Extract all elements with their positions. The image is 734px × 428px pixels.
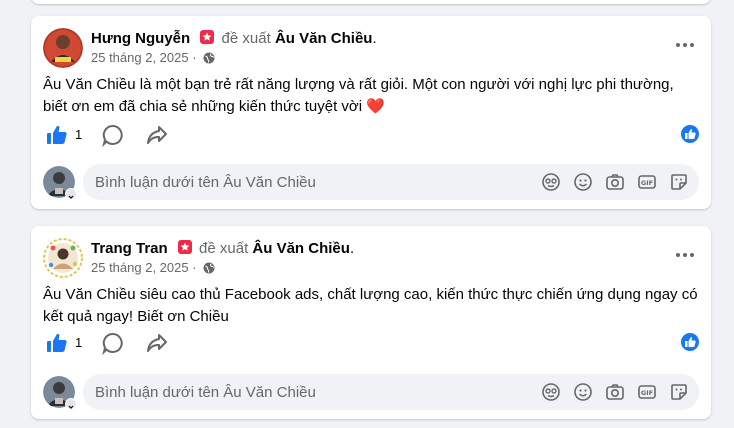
post-date[interactable]: 25 tháng 2, 2025 ·	[91, 260, 197, 275]
more-options-icon[interactable]	[673, 36, 697, 47]
author-avatar[interactable]	[43, 238, 83, 278]
comment-tools: GIF	[541, 382, 691, 402]
comment-tools: GIF	[541, 172, 691, 192]
svg-text:GIF: GIF	[641, 389, 653, 397]
comment-composer: Bình luận dưới tên Âu Văn Chiều GIF	[43, 374, 699, 410]
gif-icon[interactable]: GIF	[637, 382, 657, 402]
emoji-icon[interactable]	[573, 172, 593, 192]
like-icon[interactable]	[45, 331, 69, 355]
header-period: .	[349, 240, 355, 257]
post-date-line: 25 tháng 2, 2025 ·	[91, 260, 215, 278]
like-icon[interactable]	[45, 123, 69, 147]
like-count[interactable]: 1	[75, 335, 82, 350]
sticker-face-icon[interactable]	[541, 172, 561, 192]
post-header: Trang Tran đề xuất Âu Văn Chiều.	[91, 239, 354, 259]
recommended-page[interactable]: Âu Văn Chiều	[275, 30, 373, 47]
author-avatar[interactable]	[43, 28, 83, 68]
post-date[interactable]: 25 tháng 2, 2025 ·	[91, 50, 197, 65]
recommend-action: đề xuất	[221, 30, 271, 47]
like-count[interactable]: 1	[75, 127, 82, 142]
post-text-block: Âu Văn Chiều là một bạn trẻ rất năng lượ…	[43, 74, 699, 118]
comment-input[interactable]: Bình luận dưới tên Âu Văn Chiều GIF	[83, 164, 699, 200]
more-options-icon[interactable]	[673, 246, 697, 257]
share-icon[interactable]	[145, 331, 169, 355]
sticker-icon[interactable]	[669, 172, 689, 192]
recommend-badge-icon	[199, 29, 215, 45]
emoji-icon[interactable]	[573, 382, 593, 402]
post-date-line: 25 tháng 2, 2025 ·	[91, 50, 215, 68]
header-period: .	[372, 30, 377, 47]
chevron-down-icon[interactable]	[65, 398, 77, 410]
post-text: Âu Văn Chiều là một bạn trẻ rất năng lượ…	[43, 76, 674, 115]
post-actions: 1	[43, 121, 699, 149]
recommend-action: đề xuất	[199, 240, 249, 257]
author-name[interactable]: Hưng Nguyễn	[91, 30, 190, 47]
comment-composer: Bình luận dưới tên Âu Văn Chiều GIF	[43, 164, 699, 200]
post-actions: 1	[43, 329, 699, 357]
recommendation-post: Trang Tran đề xuất Âu Văn Chiều. 25 thán…	[31, 226, 711, 419]
sticker-icon[interactable]	[669, 382, 689, 402]
recommended-page[interactable]: Âu Văn Chiều	[252, 240, 350, 257]
post-text: Âu Văn Chiều siêu cao thủ Facebook ads, …	[43, 286, 698, 325]
like-reaction-icon[interactable]	[681, 125, 699, 143]
post-text-block: Âu Văn Chiều siêu cao thủ Facebook ads, …	[43, 284, 699, 328]
svg-text:GIF: GIF	[641, 179, 653, 187]
chevron-down-icon[interactable]	[65, 188, 77, 200]
share-icon[interactable]	[145, 123, 169, 147]
sticker-face-icon[interactable]	[541, 382, 561, 402]
comment-input[interactable]: Bình luận dưới tên Âu Văn Chiều GIF	[83, 374, 699, 410]
post-header: Hưng Nguyễn đề xuất Âu Văn Chiều.	[91, 29, 377, 49]
globe-icon	[203, 262, 215, 278]
gif-icon[interactable]: GIF	[637, 172, 657, 192]
comment-icon[interactable]	[101, 331, 125, 356]
recommend-badge-icon	[177, 239, 193, 255]
comment-placeholder: Bình luận dưới tên Âu Văn Chiều	[95, 384, 316, 401]
comment-placeholder: Bình luận dưới tên Âu Văn Chiều	[95, 174, 316, 191]
heart-emoji: ❤️	[366, 98, 385, 115]
camera-icon[interactable]	[605, 382, 625, 402]
previous-card-edge	[31, 0, 711, 4]
camera-icon[interactable]	[605, 172, 625, 192]
comment-icon[interactable]	[101, 123, 125, 148]
recommendation-post: Hưng Nguyễn đề xuất Âu Văn Chiều. 25 thá…	[31, 16, 711, 209]
author-name[interactable]: Trang Tran	[91, 240, 168, 257]
like-reaction-icon[interactable]	[681, 333, 699, 351]
globe-icon	[203, 52, 215, 68]
